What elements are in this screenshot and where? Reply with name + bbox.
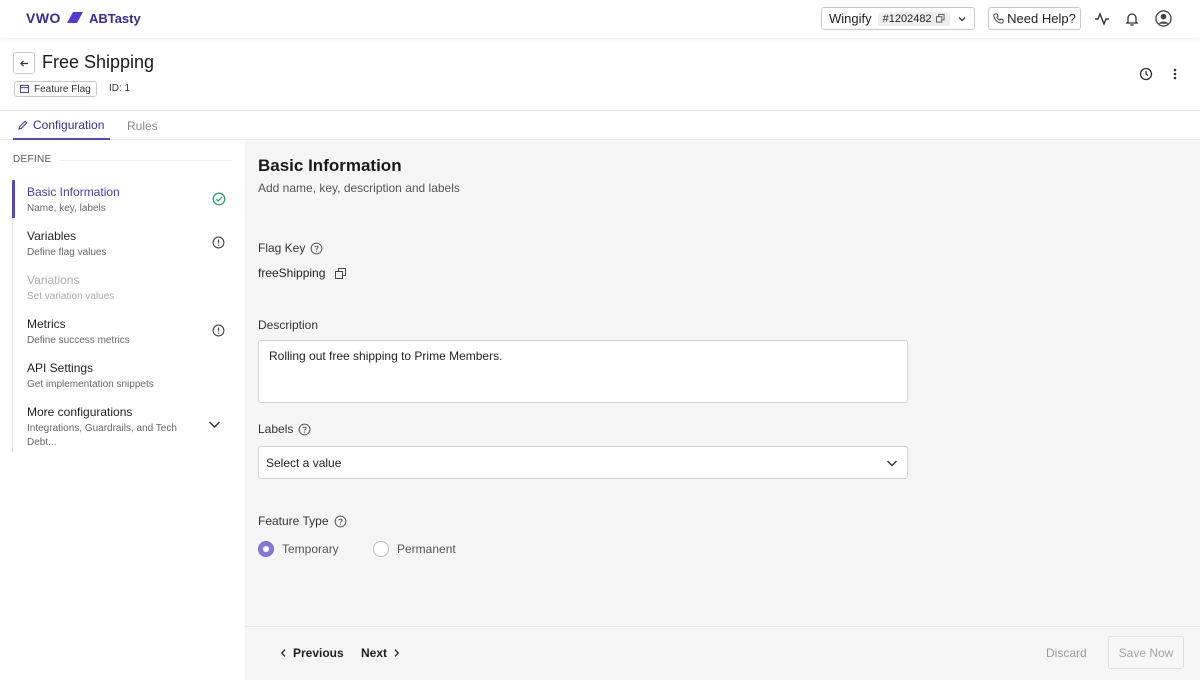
sidebar-item-subtitle: Integrations, Guardrails, and Tech Debt.…	[27, 423, 177, 448]
top-bar: VWO ABTasty Wingify #1202482 Need Help?	[0, 0, 1200, 38]
previous-label: Previous	[293, 646, 344, 660]
next-button[interactable]: Next	[361, 646, 400, 660]
help-circle-icon[interactable]	[298, 423, 311, 436]
chevron-right-icon	[394, 649, 400, 657]
arrow-left-icon	[19, 59, 28, 67]
footer-actions: Previous Next Discard Save Now	[245, 626, 1200, 680]
radio-temporary[interactable]: Temporary	[258, 541, 339, 557]
sidebar-section-title: DEFINE	[13, 154, 52, 165]
copy-icon[interactable]	[935, 14, 945, 23]
phone-icon	[993, 13, 1004, 24]
chevron-down-icon	[887, 460, 897, 467]
description-textarea[interactable]: Rolling out free shipping to Prime Membe…	[258, 340, 908, 403]
sidebar-item-variables[interactable]: Variables Define flag values	[12, 224, 232, 264]
sidebar-divider	[60, 160, 232, 161]
sidebar-item-more-configurations[interactable]: More configurations Integrations, Guardr…	[12, 400, 232, 452]
tab-configuration-label: Configuration	[33, 118, 105, 132]
back-button[interactable]	[13, 52, 35, 74]
chevron-left-icon	[280, 649, 286, 657]
feature-type-label: Feature Type	[258, 514, 347, 528]
bell-icon[interactable]	[1124, 11, 1140, 27]
abtasty-logo-icon	[66, 12, 83, 23]
alert-circle-icon	[212, 324, 225, 337]
radio-permanent-input[interactable]	[373, 541, 389, 557]
need-help-label: Need Help?	[1007, 11, 1076, 26]
tab-rules[interactable]: Rules	[127, 119, 158, 133]
radio-temporary-label: Temporary	[282, 542, 339, 556]
sidebar-item-subtitle: Define success metrics	[27, 335, 130, 346]
radio-temporary-input[interactable]	[258, 541, 274, 557]
user-avatar-icon[interactable]	[1155, 10, 1172, 27]
sidebar: DEFINE Basic Information Name, key, labe…	[0, 140, 245, 680]
sidebar-item-variations[interactable]: Variations Set variation values	[12, 268, 232, 308]
sidebar-item-subtitle: Name, key, labels	[27, 203, 106, 214]
previous-button[interactable]: Previous	[280, 646, 344, 660]
account-id-badge: #1202482	[877, 11, 950, 26]
need-help-button[interactable]: Need Help?	[988, 7, 1081, 30]
account-switcher[interactable]: Wingify #1202482	[821, 7, 975, 30]
sidebar-item-title: API Settings	[27, 361, 94, 375]
chevron-down-icon[interactable]	[208, 420, 221, 429]
sidebar-item-subtitle: Define flag values	[27, 247, 107, 258]
sidebar-item-title: More configurations	[27, 405, 133, 419]
more-vertical-icon[interactable]	[1172, 67, 1178, 81]
copy-icon[interactable]	[335, 267, 347, 279]
activity-icon[interactable]	[1094, 11, 1110, 27]
sidebar-item-title: Variables	[27, 229, 77, 243]
flag-key-label-text: Flag Key	[258, 241, 306, 255]
brand-logo[interactable]: VWO ABTasty	[26, 10, 141, 26]
labels-select[interactable]: Select a value	[258, 446, 908, 479]
sidebar-item-basic-information[interactable]: Basic Information Name, key, labels	[12, 180, 232, 218]
sidebar-item-api-settings[interactable]: API Settings Get implementation snippets	[12, 356, 232, 396]
sidebar-item-title: Variations	[27, 273, 80, 287]
help-circle-icon[interactable]	[334, 515, 347, 528]
labels-select-placeholder: Select a value	[266, 455, 342, 470]
pencil-icon	[18, 120, 28, 130]
flag-icon	[20, 85, 29, 93]
radio-permanent-label: Permanent	[397, 542, 456, 556]
vwo-logo-text: VWO	[26, 10, 61, 26]
flag-id: ID: 1	[109, 83, 131, 94]
flag-key-label: Flag Key	[258, 241, 323, 255]
abtasty-logo-text: ABTasty	[88, 10, 141, 26]
section-title: Basic Information	[258, 156, 402, 175]
account-name: Wingify	[829, 11, 872, 26]
sidebar-item-metrics[interactable]: Metrics Define success metrics	[12, 312, 232, 352]
feature-flag-badge-label: Feature Flag	[34, 83, 91, 95]
sidebar-item-subtitle: Set variation values	[27, 291, 115, 302]
tab-configuration[interactable]: Configuration	[18, 118, 104, 132]
check-circle-icon	[212, 192, 226, 206]
tab-bar: Configuration Rules	[0, 110, 1200, 140]
labels-label-text: Labels	[258, 422, 294, 436]
discard-button[interactable]: Discard	[1046, 646, 1087, 660]
account-id: #1202482	[882, 12, 932, 25]
next-label: Next	[361, 646, 388, 660]
chevron-down-icon	[958, 17, 966, 22]
description-label: Description	[258, 318, 319, 332]
feature-flag-badge: Feature Flag	[14, 81, 97, 97]
sidebar-item-title: Metrics	[27, 317, 66, 331]
save-now-button[interactable]: Save Now	[1108, 636, 1184, 669]
flag-key-value-row: freeShipping	[258, 266, 347, 280]
radio-permanent[interactable]: Permanent	[373, 541, 456, 557]
alert-circle-icon	[212, 236, 225, 249]
history-icon[interactable]	[1139, 67, 1153, 81]
sidebar-item-subtitle: Get implementation snippets	[27, 379, 154, 390]
help-circle-icon[interactable]	[310, 242, 323, 255]
main-content: Basic Information Add name, key, descrip…	[245, 140, 1200, 680]
sidebar-item-title: Basic Information	[27, 185, 120, 199]
flag-key-value: freeShipping	[258, 266, 326, 280]
page-title: Free Shipping	[42, 52, 155, 72]
feature-type-label-text: Feature Type	[258, 514, 329, 528]
section-subtitle: Add name, key, description and labels	[258, 181, 460, 195]
labels-label: Labels	[258, 422, 311, 436]
